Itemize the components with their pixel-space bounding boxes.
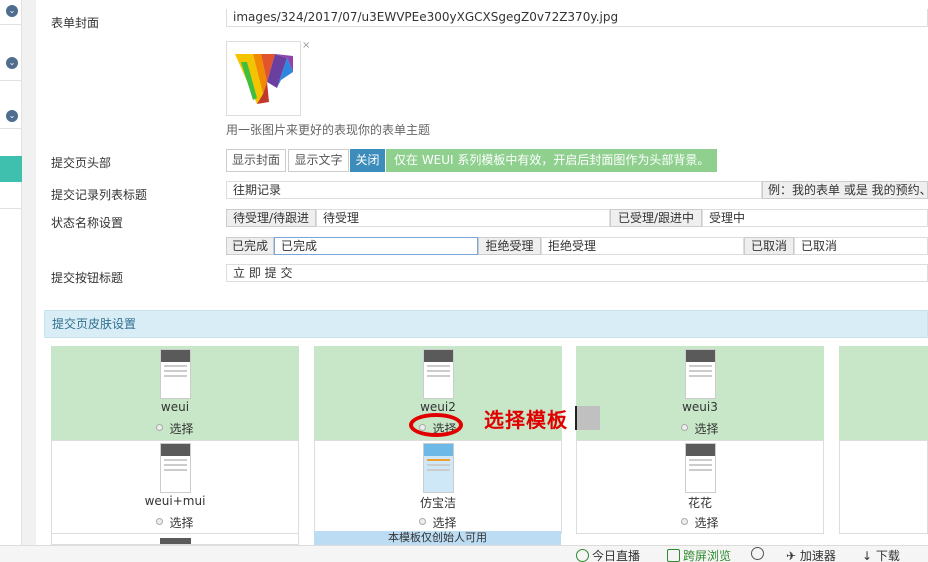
template-card-partial[interactable] [839, 346, 928, 440]
rail-divider [0, 24, 22, 25]
content-gutter [22, 0, 36, 545]
text-cursor [575, 406, 600, 430]
template-preview [160, 349, 191, 399]
template-preview [423, 443, 454, 493]
radio-icon[interactable] [681, 424, 689, 431]
select-label: 选择 [169, 516, 194, 530]
template-select[interactable]: 选择 [315, 514, 561, 531]
download-icon: ↓ [862, 549, 876, 562]
status-input-cancelled[interactable]: 已取消 [794, 237, 928, 255]
rail-divider [0, 128, 22, 129]
template-card-huahua[interactable]: 花花 选择 [576, 440, 824, 534]
logo-image [235, 54, 293, 104]
select-label: 选择 [169, 422, 194, 436]
template-select[interactable]: 选择 [52, 420, 298, 437]
template-name: weui3 [682, 400, 718, 414]
list-title-example: 例：我的表单 或是 我的预约、 [762, 181, 928, 199]
select-label: 选择 [694, 516, 719, 530]
rail-active-item[interactable] [0, 156, 22, 182]
list-title-label: 提交记录列表标题 [51, 188, 148, 202]
template-preview [160, 538, 191, 544]
header-option-show-text[interactable]: 显示文字 [288, 149, 349, 172]
chevron-down-icon[interactable]: ⌄ [6, 5, 18, 17]
browser-statusbar: 今日直播 跨屏浏览 ✈ 加速器 ↓ 下载 [0, 545, 928, 562]
radio-icon[interactable] [156, 518, 164, 525]
header-label: 提交页头部 [51, 156, 112, 170]
radio-icon[interactable] [681, 518, 689, 525]
template-select[interactable]: 选择 [577, 420, 823, 437]
template-preview [685, 349, 716, 399]
download-label: 下载 [875, 549, 900, 562]
select-label: 选择 [432, 516, 457, 530]
list-title-input[interactable]: 往期记录 [226, 181, 762, 199]
accelerator-button[interactable]: ✈ 加速器 [786, 547, 836, 562]
play-icon [576, 549, 589, 562]
template-name: weui [160, 400, 190, 414]
cross-screen-button[interactable]: 跨屏浏览 [667, 547, 731, 562]
template-card-weui[interactable]: weui 选择 [51, 346, 299, 440]
template-preview [685, 443, 716, 493]
refresh-icon[interactable] [751, 547, 767, 561]
annotation-label: 选择模板 [484, 408, 568, 432]
template-card-partial[interactable] [839, 440, 928, 534]
template-note: 本模板仅创始人可用 [314, 531, 561, 545]
skin-section-header: 提交页皮肤设置 [44, 310, 928, 338]
status-addon-rejected: 拒绝受理 [478, 237, 541, 255]
cover-thumbnail [226, 41, 301, 116]
refresh-glyph-icon [751, 547, 764, 560]
status-addon-done: 已完成 [226, 237, 274, 255]
status-input-pending[interactable]: 待受理 [316, 209, 610, 227]
submit-label: 提交按钮标题 [51, 271, 124, 285]
cover-hint: 用一张图片来更好的表现你的表单主题 [226, 123, 431, 137]
status-addon-pending: 待受理/待跟进 [226, 209, 316, 227]
phone-icon [667, 549, 680, 562]
template-card-pg[interactable]: 仿宝洁 选择 [314, 440, 562, 534]
download-button[interactable]: ↓ 下载 [862, 547, 900, 562]
status-addon-accepted: 已受理/跟进中 [610, 209, 702, 227]
template-preview [160, 443, 191, 493]
remove-cover-icon[interactable]: × [302, 40, 310, 51]
header-option-show-cover[interactable]: 显示封面 [226, 149, 286, 172]
cover-label: 表单封面 [51, 16, 100, 30]
status-input-done[interactable]: 已完成 [274, 237, 478, 255]
header-hint: 仅在 WEUI 系列模板中有效，开启后封面图作为头部背景。 [386, 149, 717, 172]
radio-icon[interactable] [419, 518, 427, 525]
main-form: 表单封面 images/324/2017/07/u3EWVPEe300yXGCX… [36, 0, 928, 545]
accelerator-label: 加速器 [799, 549, 836, 562]
rocket-icon: ✈ [786, 549, 800, 562]
template-card-weui3[interactable]: weui3 选择 [576, 346, 824, 440]
status-input-rejected[interactable]: 拒绝受理 [541, 237, 744, 255]
template-select[interactable]: 选择 [52, 514, 298, 531]
live-label: 今日直播 [592, 549, 641, 562]
left-rail: ⌄ ⌄ ⌄ [0, 0, 22, 545]
template-preview [423, 349, 454, 399]
submit-title-input[interactable]: 立 即 提 交 [226, 264, 928, 282]
status-addon-cancelled: 已取消 [744, 237, 794, 255]
template-select[interactable]: 选择 [577, 514, 823, 531]
rail-divider [0, 208, 22, 209]
rail-divider [0, 80, 22, 81]
cover-path-input[interactable]: images/324/2017/07/u3EWVPEe300yXGCXSgegZ… [226, 9, 928, 27]
status-input-accepted[interactable]: 受理中 [702, 209, 928, 227]
live-button[interactable]: 今日直播 [576, 547, 640, 562]
template-name: 仿宝洁 [419, 496, 456, 510]
cross-screen-label: 跨屏浏览 [683, 549, 732, 562]
select-label: 选择 [694, 422, 719, 436]
chevron-down-icon[interactable]: ⌄ [6, 110, 18, 122]
annotation-ellipse [409, 413, 463, 437]
template-name: weui+mui [144, 494, 206, 508]
chevron-down-icon[interactable]: ⌄ [6, 57, 18, 69]
header-option-close[interactable]: 关闭 [350, 149, 385, 172]
status-label: 状态名称设置 [51, 216, 124, 230]
radio-icon[interactable] [156, 424, 164, 431]
template-card-partial[interactable] [51, 533, 299, 545]
template-name: 花花 [687, 496, 712, 510]
template-card-weui-mui[interactable]: weui+mui 选择 [51, 440, 299, 534]
